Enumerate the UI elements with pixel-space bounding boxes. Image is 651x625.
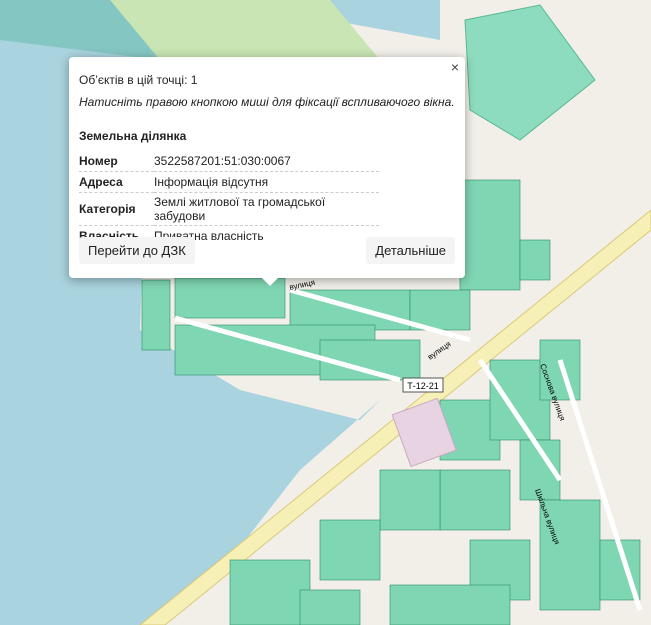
- objects-count: Об’єктів в цій точці: 1: [79, 73, 198, 87]
- attribute-value: 3522587201:51:030:0067: [154, 151, 379, 172]
- details-button[interactable]: Детальніше: [366, 237, 455, 264]
- attribute-value: Землі житлової та громадської забудови: [154, 192, 379, 226]
- road-shield-label: Т-12-21: [407, 381, 439, 391]
- close-icon[interactable]: ×: [451, 60, 459, 74]
- table-row: Категорія Землі житлової та громадської …: [79, 192, 379, 226]
- popup-title: Земельна ділянка: [79, 129, 187, 143]
- popup-actions: Перейти до ДЗК Детальніше: [79, 237, 455, 264]
- table-row: Адреса Інформація відсутня: [79, 171, 379, 193]
- parcel-info-popup: × Об’єктів в цій точці: 1 Натисніть прав…: [69, 57, 465, 286]
- attribute-key: Номер: [79, 151, 154, 172]
- parcel-attributes-table: Номер 3522587201:51:030:0067 Адреса Інфо…: [79, 151, 379, 246]
- goto-dzk-button[interactable]: Перейти до ДЗК: [79, 237, 195, 264]
- attribute-key: Категорія: [79, 192, 154, 226]
- attribute-value: Інформація відсутня: [154, 171, 379, 193]
- popup-hint: Натисніть правою кнопкою миші для фіксац…: [79, 95, 455, 109]
- attribute-key: Адреса: [79, 171, 154, 193]
- table-row: Номер 3522587201:51:030:0067: [79, 151, 379, 172]
